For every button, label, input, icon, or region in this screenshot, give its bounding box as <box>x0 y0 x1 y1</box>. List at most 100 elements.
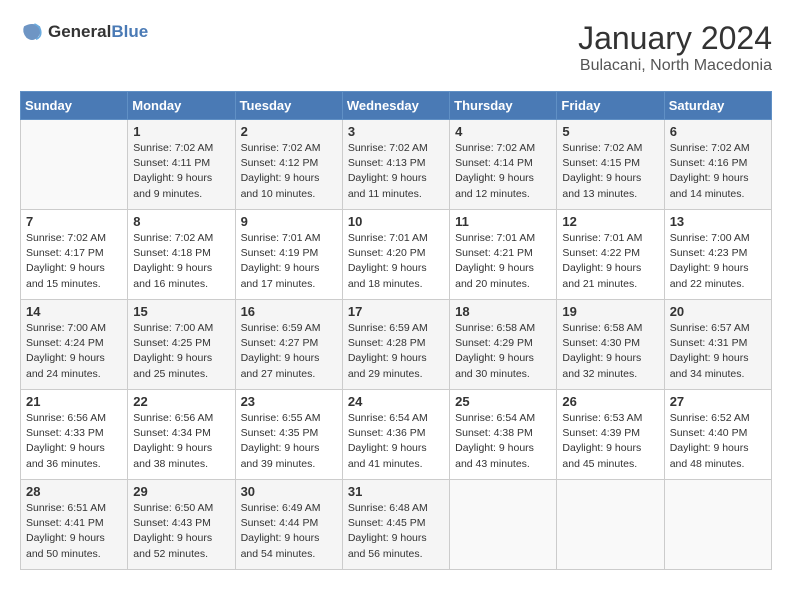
day-info: Sunrise: 6:50 AMSunset: 4:43 PMDaylight:… <box>133 501 229 562</box>
weekday-header-tuesday: Tuesday <box>235 92 342 120</box>
weekday-header-monday: Monday <box>128 92 235 120</box>
calendar-cell: 30 Sunrise: 6:49 AMSunset: 4:44 PMDayligh… <box>235 480 342 570</box>
calendar-cell: 14 Sunrise: 7:00 AMSunset: 4:24 PMDayligh… <box>21 300 128 390</box>
day-info: Sunrise: 7:01 AMSunset: 4:21 PMDaylight:… <box>455 231 551 292</box>
calendar-cell: 9 Sunrise: 7:01 AMSunset: 4:19 PMDaylight… <box>235 210 342 300</box>
calendar-cell: 17Sunrise: 6:59 AMSunset: 4:28 PMDayligh… <box>342 300 449 390</box>
calendar-cell <box>664 480 771 570</box>
day-number: 1 <box>133 124 229 139</box>
day-number: 26 <box>562 394 658 409</box>
day-number: 31 <box>348 484 444 499</box>
day-number: 7 <box>26 214 122 229</box>
day-number: 4 <box>455 124 551 139</box>
day-info: Sunrise: 7:01 AMSunset: 4:20 PMDaylight:… <box>348 231 444 292</box>
calendar-cell: 1 Sunrise: 7:02 AMSunset: 4:11 PMDaylight… <box>128 120 235 210</box>
day-number: 19 <box>562 304 658 319</box>
day-number: 15 <box>133 304 229 319</box>
day-info: Sunrise: 7:02 AMSunset: 4:18 PMDaylight:… <box>133 231 229 292</box>
day-number: 12 <box>562 214 658 229</box>
calendar-cell: 12 Sunrise: 7:01 AMSunset: 4:22 PMDayligh… <box>557 210 664 300</box>
calendar-cell: 11 Sunrise: 7:01 AMSunset: 4:21 PMDayligh… <box>450 210 557 300</box>
day-number: 25 <box>455 394 551 409</box>
day-info: Sunrise: 6:53 AMSunset: 4:39 PMDaylight:… <box>562 411 658 472</box>
day-info: Sunrise: 7:02 AMSunset: 4:14 PMDaylight:… <box>455 141 551 202</box>
week-row-1: 1 Sunrise: 7:02 AMSunset: 4:11 PMDaylight… <box>21 120 772 210</box>
day-number: 13 <box>670 214 766 229</box>
title-area: January 2024 Bulacani, North Macedonia <box>578 20 772 75</box>
day-number: 5 <box>562 124 658 139</box>
calendar-cell: 31 Sunrise: 6:48 AMSunset: 4:45 PMDayligh… <box>342 480 449 570</box>
day-number: 14 <box>26 304 122 319</box>
day-info: Sunrise: 6:55 AMSunset: 4:35 PMDaylight:… <box>241 411 337 472</box>
calendar-cell: 21 Sunrise: 6:56 AMSunset: 4:33 PMDayligh… <box>21 390 128 480</box>
calendar-cell: 28Sunrise: 6:51 AMSunset: 4:41 PMDayligh… <box>21 480 128 570</box>
day-info: Sunrise: 7:02 AMSunset: 4:13 PMDaylight:… <box>348 141 444 202</box>
day-info: Sunrise: 6:59 AMSunset: 4:28 PMDaylight:… <box>348 321 444 382</box>
calendar-cell: 25 Sunrise: 6:54 AMSunset: 4:38 PMDayligh… <box>450 390 557 480</box>
calendar-cell: 22Sunrise: 6:56 AMSunset: 4:34 PMDayligh… <box>128 390 235 480</box>
day-info: Sunrise: 7:00 AMSunset: 4:24 PMDaylight:… <box>26 321 122 382</box>
calendar-cell: 5 Sunrise: 7:02 AMSunset: 4:15 PMDaylight… <box>557 120 664 210</box>
day-info: Sunrise: 7:02 AMSunset: 4:15 PMDaylight:… <box>562 141 658 202</box>
calendar-cell: 3 Sunrise: 7:02 AMSunset: 4:13 PMDaylight… <box>342 120 449 210</box>
day-number: 29 <box>133 484 229 499</box>
day-number: 22 <box>133 394 229 409</box>
calendar-cell: 4 Sunrise: 7:02 AMSunset: 4:14 PMDaylight… <box>450 120 557 210</box>
weekday-header-saturday: Saturday <box>664 92 771 120</box>
logo-icon <box>20 20 44 44</box>
calendar-cell: 27Sunrise: 6:52 AMSunset: 4:40 PMDayligh… <box>664 390 771 480</box>
day-number: 23 <box>241 394 337 409</box>
day-info: Sunrise: 7:02 AMSunset: 4:12 PMDaylight:… <box>241 141 337 202</box>
calendar-cell: 19Sunrise: 6:58 AMSunset: 4:30 PMDayligh… <box>557 300 664 390</box>
day-info: Sunrise: 7:01 AMSunset: 4:19 PMDaylight:… <box>241 231 337 292</box>
day-info: Sunrise: 7:01 AMSunset: 4:22 PMDaylight:… <box>562 231 658 292</box>
calendar-cell: 6Sunrise: 7:02 AMSunset: 4:16 PMDaylight… <box>664 120 771 210</box>
day-info: Sunrise: 6:48 AMSunset: 4:45 PMDaylight:… <box>348 501 444 562</box>
calendar-cell: 26 Sunrise: 6:53 AMSunset: 4:39 PMDayligh… <box>557 390 664 480</box>
day-info: Sunrise: 6:49 AMSunset: 4:44 PMDaylight:… <box>241 501 337 562</box>
location-title: Bulacani, North Macedonia <box>578 57 772 75</box>
day-number: 8 <box>133 214 229 229</box>
day-info: Sunrise: 7:00 AMSunset: 4:25 PMDaylight:… <box>133 321 229 382</box>
day-info: Sunrise: 7:02 AMSunset: 4:17 PMDaylight:… <box>26 231 122 292</box>
day-number: 11 <box>455 214 551 229</box>
day-number: 16 <box>241 304 337 319</box>
calendar-cell: 8 Sunrise: 7:02 AMSunset: 4:18 PMDaylight… <box>128 210 235 300</box>
calendar-cell: 16 Sunrise: 6:59 AMSunset: 4:27 PMDayligh… <box>235 300 342 390</box>
day-info: Sunrise: 6:59 AMSunset: 4:27 PMDaylight:… <box>241 321 337 382</box>
weekday-header-thursday: Thursday <box>450 92 557 120</box>
day-info: Sunrise: 6:54 AMSunset: 4:38 PMDaylight:… <box>455 411 551 472</box>
day-number: 24 <box>348 394 444 409</box>
day-info: Sunrise: 7:02 AMSunset: 4:11 PMDaylight:… <box>133 141 229 202</box>
calendar-cell: 10 Sunrise: 7:01 AMSunset: 4:20 PMDayligh… <box>342 210 449 300</box>
week-row-2: 7 Sunrise: 7:02 AMSunset: 4:17 PMDaylight… <box>21 210 772 300</box>
week-row-4: 21 Sunrise: 6:56 AMSunset: 4:33 PMDayligh… <box>21 390 772 480</box>
weekday-header-sunday: Sunday <box>21 92 128 120</box>
calendar-cell: 24 Sunrise: 6:54 AMSunset: 4:36 PMDayligh… <box>342 390 449 480</box>
day-number: 30 <box>241 484 337 499</box>
calendar-cell: 2Sunrise: 7:02 AMSunset: 4:12 PMDaylight… <box>235 120 342 210</box>
day-number: 21 <box>26 394 122 409</box>
day-info: Sunrise: 7:00 AMSunset: 4:23 PMDaylight:… <box>670 231 766 292</box>
calendar-cell <box>557 480 664 570</box>
day-info: Sunrise: 6:54 AMSunset: 4:36 PMDaylight:… <box>348 411 444 472</box>
calendar-cell: 29 Sunrise: 6:50 AMSunset: 4:43 PMDayligh… <box>128 480 235 570</box>
weekday-header-row: SundayMondayTuesdayWednesdayThursdayFrid… <box>21 92 772 120</box>
day-number: 18 <box>455 304 551 319</box>
day-number: 3 <box>348 124 444 139</box>
day-number: 28 <box>26 484 122 499</box>
day-info: Sunrise: 6:56 AMSunset: 4:33 PMDaylight:… <box>26 411 122 472</box>
day-number: 9 <box>241 214 337 229</box>
page-header: GeneralBlue January 2024 Bulacani, North… <box>20 20 772 75</box>
calendar-cell: 18 Sunrise: 6:58 AMSunset: 4:29 PMDayligh… <box>450 300 557 390</box>
calendar-cell: 23 Sunrise: 6:55 AMSunset: 4:35 PMDayligh… <box>235 390 342 480</box>
day-info: Sunrise: 6:58 AMSunset: 4:29 PMDaylight:… <box>455 321 551 382</box>
month-title: January 2024 <box>578 20 772 57</box>
calendar-cell <box>450 480 557 570</box>
calendar-cell <box>21 120 128 210</box>
day-number: 10 <box>348 214 444 229</box>
day-number: 20 <box>670 304 766 319</box>
day-info: Sunrise: 6:52 AMSunset: 4:40 PMDaylight:… <box>670 411 766 472</box>
calendar-cell: 13 Sunrise: 7:00 AMSunset: 4:23 PMDayligh… <box>664 210 771 300</box>
calendar-table: SundayMondayTuesdayWednesdayThursdayFrid… <box>20 91 772 570</box>
